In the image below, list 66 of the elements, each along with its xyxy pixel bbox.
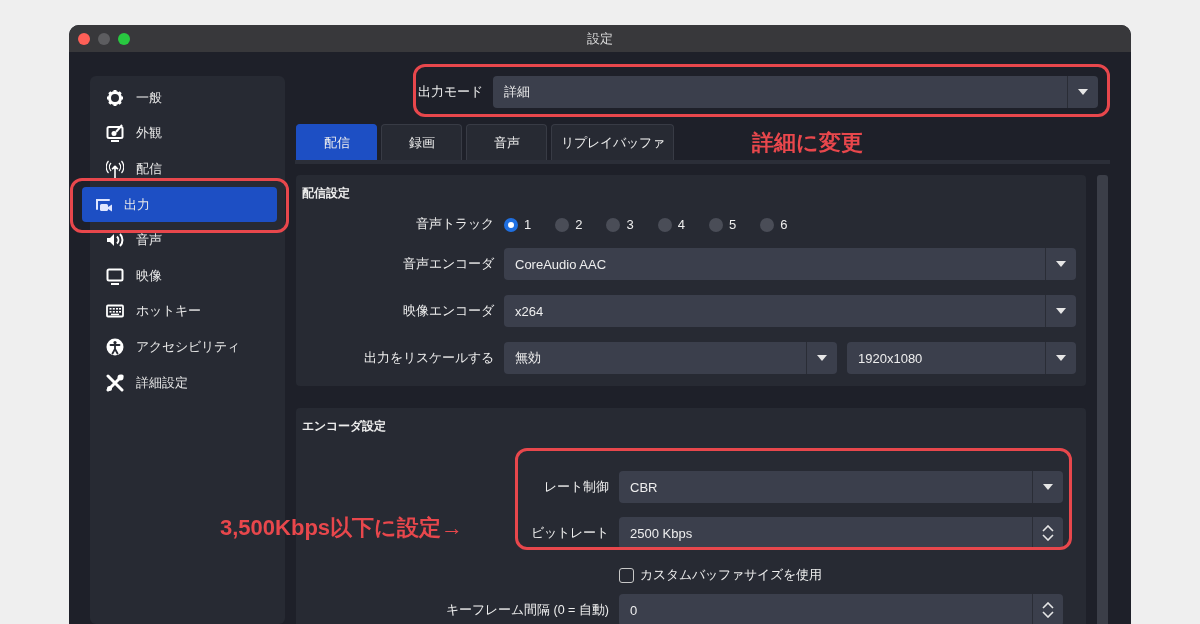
window-title: 設定 bbox=[587, 29, 613, 48]
stepper-icon bbox=[1042, 602, 1054, 618]
tools-icon bbox=[106, 373, 124, 392]
tab[interactable]: 録画 bbox=[381, 124, 462, 160]
field-label: 出力をリスケールする bbox=[364, 349, 494, 367]
caret-icon bbox=[1056, 355, 1066, 361]
sidebar-item[interactable]: 音声 bbox=[90, 222, 285, 258]
radio-label: 3 bbox=[626, 217, 634, 232]
field-label: 出力モード bbox=[418, 83, 483, 101]
radio-label: 5 bbox=[728, 217, 737, 232]
radio-button[interactable] bbox=[504, 217, 518, 232]
radio-label: 6 bbox=[780, 217, 788, 232]
spin-box[interactable]: 2500 Kbps bbox=[619, 517, 1063, 549]
annotation-text: 詳細に変更 bbox=[752, 129, 863, 157]
radio-label: 1 bbox=[524, 217, 532, 232]
field-label: 音声エンコーダ bbox=[403, 255, 494, 273]
close-button[interactable] bbox=[78, 33, 90, 45]
caret-icon bbox=[1056, 261, 1066, 267]
sidebar-item[interactable]: 一般 bbox=[90, 80, 285, 116]
radio-label: 2 bbox=[575, 217, 583, 232]
sidebar-item[interactable]: アクセシビリティ bbox=[90, 329, 285, 365]
antenna-icon bbox=[106, 160, 124, 178]
checkbox[interactable] bbox=[619, 568, 634, 583]
sidebar-item[interactable]: 外観 bbox=[90, 115, 285, 152]
tab[interactable]: 音声 bbox=[466, 124, 547, 160]
radio-button[interactable] bbox=[606, 217, 621, 232]
radio-button[interactable] bbox=[760, 217, 775, 232]
caret-icon bbox=[1043, 484, 1053, 490]
field-label: 音声トラック bbox=[416, 216, 494, 233]
sidebar-item[interactable]: ホットキー bbox=[90, 293, 285, 330]
tab[interactable]: 配信 bbox=[296, 124, 377, 160]
radio-button[interactable] bbox=[657, 217, 672, 232]
sidebar-item[interactable]: 映像 bbox=[90, 257, 285, 294]
monitor-brush-icon bbox=[106, 124, 124, 143]
minimize-button[interactable] bbox=[98, 33, 110, 45]
caret-icon bbox=[1078, 89, 1088, 95]
dropdown[interactable]: CBR bbox=[619, 471, 1063, 503]
dropdown[interactable]: CoreAudio AAC bbox=[504, 248, 1076, 280]
field-label: ビットレート bbox=[531, 524, 609, 542]
sidebar-item[interactable]: 詳細設定 bbox=[90, 364, 285, 401]
accessibility-icon bbox=[106, 337, 124, 356]
zoom-button[interactable] bbox=[118, 33, 130, 45]
monitor-icon bbox=[106, 266, 124, 285]
sidebar-item[interactable]: 配信 bbox=[90, 151, 285, 187]
caret-icon bbox=[817, 355, 827, 361]
field-label: 映像エンコーダ bbox=[403, 302, 494, 320]
section-title: 配信設定 bbox=[302, 185, 350, 202]
tab[interactable]: リプレイバッファ bbox=[551, 124, 674, 160]
field-label: キーフレーム間隔 (0 = 自動) bbox=[446, 601, 609, 619]
section-title: エンコーダ設定 bbox=[302, 418, 386, 435]
checkbox-label: カスタムバッファサイズを使用 bbox=[640, 567, 822, 584]
gear-icon bbox=[106, 88, 124, 107]
sidebar-item[interactable]: 出力 bbox=[82, 186, 277, 223]
stepper-icon bbox=[1042, 525, 1054, 541]
radio-button[interactable] bbox=[708, 217, 723, 232]
dropdown[interactable]: 1920x1080 bbox=[847, 342, 1076, 374]
annotation-text: 3,500Kbps以下に設定→ bbox=[220, 514, 464, 542]
dropdown[interactable]: 詳細 bbox=[493, 76, 1098, 108]
spin-box[interactable]: 0 bbox=[619, 594, 1063, 624]
dropdown[interactable]: 無効 bbox=[504, 342, 837, 374]
radio-button[interactable] bbox=[555, 217, 570, 232]
field-label: レート制御 bbox=[544, 478, 609, 496]
radio-label: 4 bbox=[677, 217, 685, 232]
caret-icon bbox=[1056, 308, 1066, 314]
dropdown[interactable]: x264 bbox=[504, 295, 1076, 327]
scrollbar[interactable] bbox=[1097, 175, 1108, 624]
